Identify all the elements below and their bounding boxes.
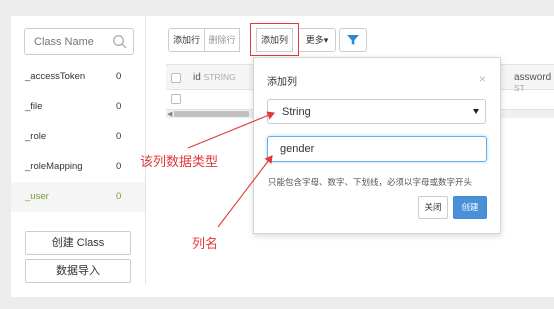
class-item-role[interactable]: _role 0 xyxy=(11,122,145,152)
class-count: 0 xyxy=(116,161,122,172)
class-name: _file xyxy=(25,101,43,112)
class-name: _role xyxy=(25,131,47,142)
type-annotation-label: 该列数据类型 xyxy=(140,154,219,169)
class-item-rolemapping[interactable]: _roleMapping 0 xyxy=(11,152,145,182)
delete-row-button[interactable]: 删除行 xyxy=(204,28,240,52)
scroll-left-icon[interactable]: ◀ xyxy=(167,110,172,118)
scrollbar-thumb[interactable] xyxy=(174,111,249,117)
chevron-down-icon: ▾ xyxy=(323,35,329,45)
class-name: _user xyxy=(25,191,49,202)
column-header-password[interactable]: assword ST xyxy=(514,72,554,94)
class-name: _roleMapping xyxy=(25,161,83,172)
class-count: 0 xyxy=(116,131,122,142)
filter-icon xyxy=(347,35,359,45)
column-type-value: String xyxy=(282,106,311,118)
popover-title: 添加列 xyxy=(267,77,297,88)
name-annotation-label: 列名 xyxy=(192,236,219,251)
column-header-id[interactable]: id STRING xyxy=(193,72,236,83)
close-button[interactable]: 关闭 xyxy=(418,196,448,219)
select-all-checkbox[interactable] xyxy=(171,73,181,83)
class-item-accesstoken[interactable]: _accessToken 0 xyxy=(11,62,145,92)
class-search-input[interactable] xyxy=(26,30,110,53)
add-row-button[interactable]: 添加行 xyxy=(168,28,205,52)
class-count: 0 xyxy=(116,101,122,112)
sidebar-divider xyxy=(145,16,146,284)
add-column-popover: 添加列 × String 只能包含字母、数字、下划线，必须以字母或数字开头 关闭… xyxy=(253,57,501,234)
more-dropdown-button[interactable]: 更多▾ xyxy=(298,28,336,52)
column-name-hint: 只能包含字母、数字、下划线，必须以字母或数字开头 xyxy=(268,177,473,187)
create-button[interactable]: 创建 xyxy=(453,196,487,219)
filter-button[interactable] xyxy=(339,28,367,52)
row-checkbox[interactable] xyxy=(171,94,181,104)
column-name-input[interactable] xyxy=(267,136,487,162)
create-class-button[interactable]: 创建 Class xyxy=(25,231,131,255)
column-type-select[interactable]: String xyxy=(267,99,486,124)
class-search-box xyxy=(24,28,134,55)
class-name: _accessToken xyxy=(25,71,86,82)
class-count: 0 xyxy=(116,71,122,82)
close-icon[interactable]: × xyxy=(479,72,486,86)
more-label: 更多 xyxy=(305,35,324,45)
class-count: 0 xyxy=(116,191,122,202)
class-list: _accessToken 0 _file 0 _role 0 _roleMapp… xyxy=(11,62,145,212)
caret-down-icon xyxy=(473,109,479,114)
import-data-button[interactable]: 数据导入 xyxy=(25,259,131,283)
search-icon[interactable] xyxy=(112,34,128,50)
class-item-user[interactable]: _user 0 xyxy=(11,182,145,212)
class-item-file[interactable]: _file 0 xyxy=(11,92,145,122)
add-column-highlight-box xyxy=(250,23,299,56)
